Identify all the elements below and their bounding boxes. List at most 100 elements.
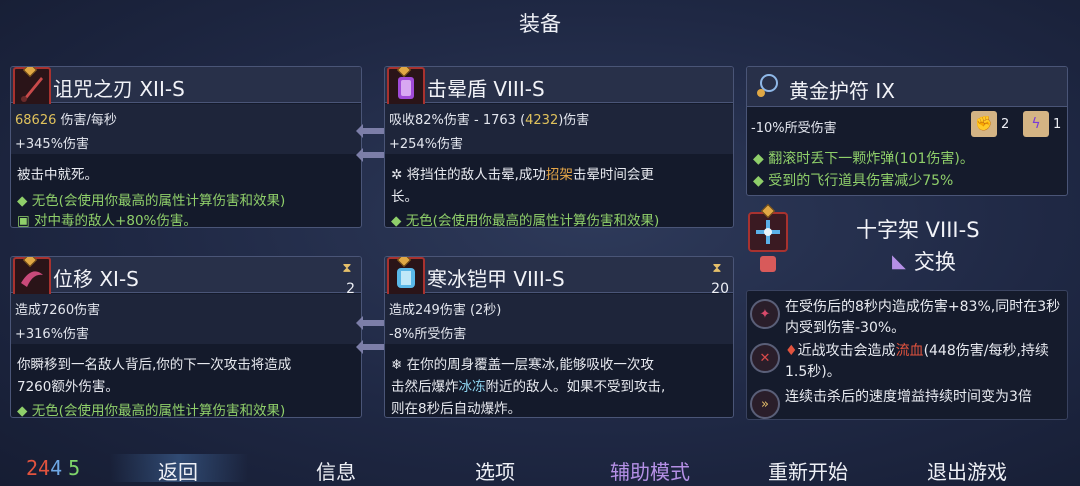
item-name: 寒冰铠甲 VIII-S (427, 267, 565, 291)
item-affix: ◆ 无色(会使用你最高的属性计算伤害和效果) (17, 401, 355, 418)
item-affix: ◆ 受到的飞行道具伤害减少75% (753, 171, 1061, 192)
scroll-count: 2 (1001, 116, 1010, 132)
bolt-scroll-icon: ϟ (1023, 111, 1049, 137)
card-golden-amulet[interactable]: 黄金护符 IX -10%所受伤害 ✊ 2 ϟ 1 ◆ 翻滚时丢下一颗炸弹(101… (746, 66, 1068, 196)
affix-text: 无色(会使用你最高的属性计算伤害和效果) (31, 403, 286, 418)
parry-keyword: 招架 (545, 167, 573, 183)
damage-bonus: +254%伤害 (389, 137, 464, 152)
counter-blue: 4 (50, 456, 63, 480)
screen-title: 装备 (519, 12, 561, 36)
mutation-text: ♦近战攻击会造成流血(448伤害/每秒,持续1.5秒)。 (785, 341, 1063, 383)
fx-text-part: 近战攻击会造成 (797, 343, 896, 359)
mutation-text: 连续击杀后的速度增益持续时间变为3倍 (785, 389, 1032, 405)
swap-icon: ◣ (892, 250, 906, 272)
scroll-count: 1 (1053, 116, 1062, 132)
info-button[interactable]: 信息 (316, 456, 356, 485)
swap-label: 交换 (913, 250, 956, 274)
dps-line: 68626 伤害/每秒 (15, 109, 117, 128)
sub-slot-icon (760, 256, 776, 272)
mutations-panel: ✦ 在受伤后的8秒内造成伤害+83%,同时在3秒内受到伤害-30%。 ✕ ♦近战… (746, 290, 1068, 420)
item-description-cont: 长。 (391, 189, 418, 205)
affix-text: 翻滚时丢下一颗炸弹(101伤害)。 (768, 151, 974, 167)
poison-icon: ▣ (17, 213, 35, 228)
link-arrow-icon (356, 148, 384, 162)
item-affix: ◆ 无色(会使用你最高的属性计算伤害和效果) (17, 191, 355, 212)
desc-text: 击晕时间会更 (572, 167, 654, 183)
restart-button[interactable]: 重新开始 (768, 456, 848, 485)
quit-game-button[interactable]: 退出游戏 (927, 456, 1007, 485)
item-description: ✲ 将挡住的敌人击晕,成功招架击晕时间会更 (391, 165, 727, 186)
item-description-cont: 7260额外伤害。 (17, 379, 119, 395)
item-affix: ◆ 翻滚时丢下一颗炸弹(101伤害)。 (753, 149, 1061, 170)
freeze-keyword: 冰冻 (458, 379, 486, 395)
card-curse-blade[interactable]: 诅咒之刃 XII-S 68626 伤害/每秒 +345%伤害 被击中就死。 ◆ … (10, 66, 362, 228)
item-name: 诅咒之刃 XII-S (53, 77, 185, 101)
card-stun-shield[interactable]: 击晕盾 VIII-S 吸收82%伤害 - 1763 (4232)伤害 +254%… (384, 66, 734, 228)
vengeance-icon: ✦ (750, 299, 780, 329)
diamond-icon: ◆ (17, 193, 32, 209)
menu-bar: 244 5 返回 信息 选项 辅助模式 重新开始 退出游戏 (0, 448, 1080, 486)
item-name: 击晕盾 VIII-S (427, 77, 545, 101)
damage-bonus: +345%伤害 (15, 137, 90, 152)
amulet-icon (751, 71, 783, 103)
damage-line: 造成7260伤害 (15, 303, 101, 318)
dps-unit: 伤害/每秒 (56, 113, 117, 128)
link-arrow-icon (356, 340, 384, 354)
item-description: 你瞬移到一名敌人背后,你的下一次攻击将造成 (17, 357, 292, 373)
diamond-icon: ◆ (391, 213, 406, 228)
affix-text: 无色(会使用你最高的属性计算伤害和效果) (405, 213, 660, 228)
block-text-end: )伤害 (558, 113, 590, 128)
item-name: 黄金护符 IX (789, 79, 895, 103)
link-arrow-icon (356, 124, 384, 138)
item-description: 被击中就死。 (17, 167, 98, 183)
scroll-badge-red: ✊ 2 (971, 111, 1009, 137)
blood-drop-icon: ♦ (785, 343, 798, 359)
dps-value: 68626 (15, 113, 57, 128)
item-affix: ▣ 对中毒的敌人+80%伤害。 (17, 211, 355, 228)
item-name: 位移 XI-S (53, 267, 139, 291)
link-arrow-icon (356, 316, 384, 330)
cell-counters: 244 5 (26, 456, 80, 480)
bleed-icon: ✕ (750, 343, 780, 373)
mutation-text: 在受伤后的8秒内造成伤害+83%,同时在3秒内受到伤害-30%。 (785, 299, 1061, 336)
diamond-icon: ◆ (753, 151, 769, 167)
desc-text: 在你的周身覆盖一层寒冰,能够吸收一次攻 (406, 357, 654, 373)
affix-text: 无色(会使用你最高的属性计算伤害和效果) (31, 193, 286, 209)
counter-red: 24 (26, 456, 51, 480)
damage-bonus: +316%伤害 (15, 327, 90, 342)
desc-text: 将挡住的敌人击晕,成功 (406, 167, 546, 183)
bleed-keyword: 流血 (895, 343, 924, 359)
back-button[interactable]: 返回 (158, 456, 198, 485)
cooldown-indicator: ⧗ 2 (339, 261, 355, 297)
cooldown-indicator: ⧗ 20 (705, 261, 729, 297)
block-value: 4232 (525, 113, 559, 128)
affix-text: 对中毒的敌人+80%伤害。 (34, 213, 197, 228)
speed-icon: » (750, 389, 780, 419)
desc-text: 附近的敌人。如果不受到攻击, (485, 379, 666, 395)
affix-text: 受到的飞行道具伤害减少75% (768, 173, 954, 189)
swap-button[interactable]: ◣ 交换 (892, 246, 956, 276)
options-button[interactable]: 选项 (475, 456, 515, 485)
card-frost-armor[interactable]: 寒冰铠甲 VIII-S ⧗ 20 造成249伤害 (2秒) -8%所受伤害 ❄ 在… (384, 256, 734, 418)
item-affix: ◆ 无色(会使用你最高的属性计算伤害和效果) (391, 211, 727, 228)
card-blink[interactable]: 位移 XI-S ⧗ 2 造成7260伤害 +316%伤害 你瞬移到一名敌人背后,你… (10, 256, 362, 418)
fist-scroll-icon: ✊ (971, 111, 997, 137)
damage-reduction: -8%所受伤害 (389, 327, 467, 342)
hourglass-icon: ⧗ (342, 261, 352, 276)
frost-icon: ❄ (391, 357, 407, 373)
item-description-cont: 则在8秒后自动爆炸。 (391, 401, 522, 417)
assist-mode-button[interactable]: 辅助模式 (610, 456, 690, 485)
block-line: 吸收82%伤害 - 1763 (4232)伤害 (389, 109, 589, 128)
scroll-badge-purple: ϟ 1 (1023, 111, 1061, 137)
counter-green: 5 (68, 456, 81, 480)
item-name: 十字架 VIII-S (856, 218, 980, 242)
diamond-icon: ◆ (753, 173, 769, 189)
stun-icon: ✲ (391, 167, 407, 183)
swap-panel: 十字架 VIII-S ◣ 交换 (746, 203, 1068, 288)
damage-reduction: -10%所受伤害 (751, 121, 837, 136)
diamond-icon: ◆ (17, 403, 32, 418)
hourglass-icon: ⧗ (712, 261, 722, 276)
item-description: ❄ 在你的周身覆盖一层寒冰,能够吸收一次攻 (391, 355, 727, 376)
damage-line: 造成249伤害 (2秒) (389, 303, 502, 318)
desc-text: 击然后爆炸 (391, 379, 459, 395)
